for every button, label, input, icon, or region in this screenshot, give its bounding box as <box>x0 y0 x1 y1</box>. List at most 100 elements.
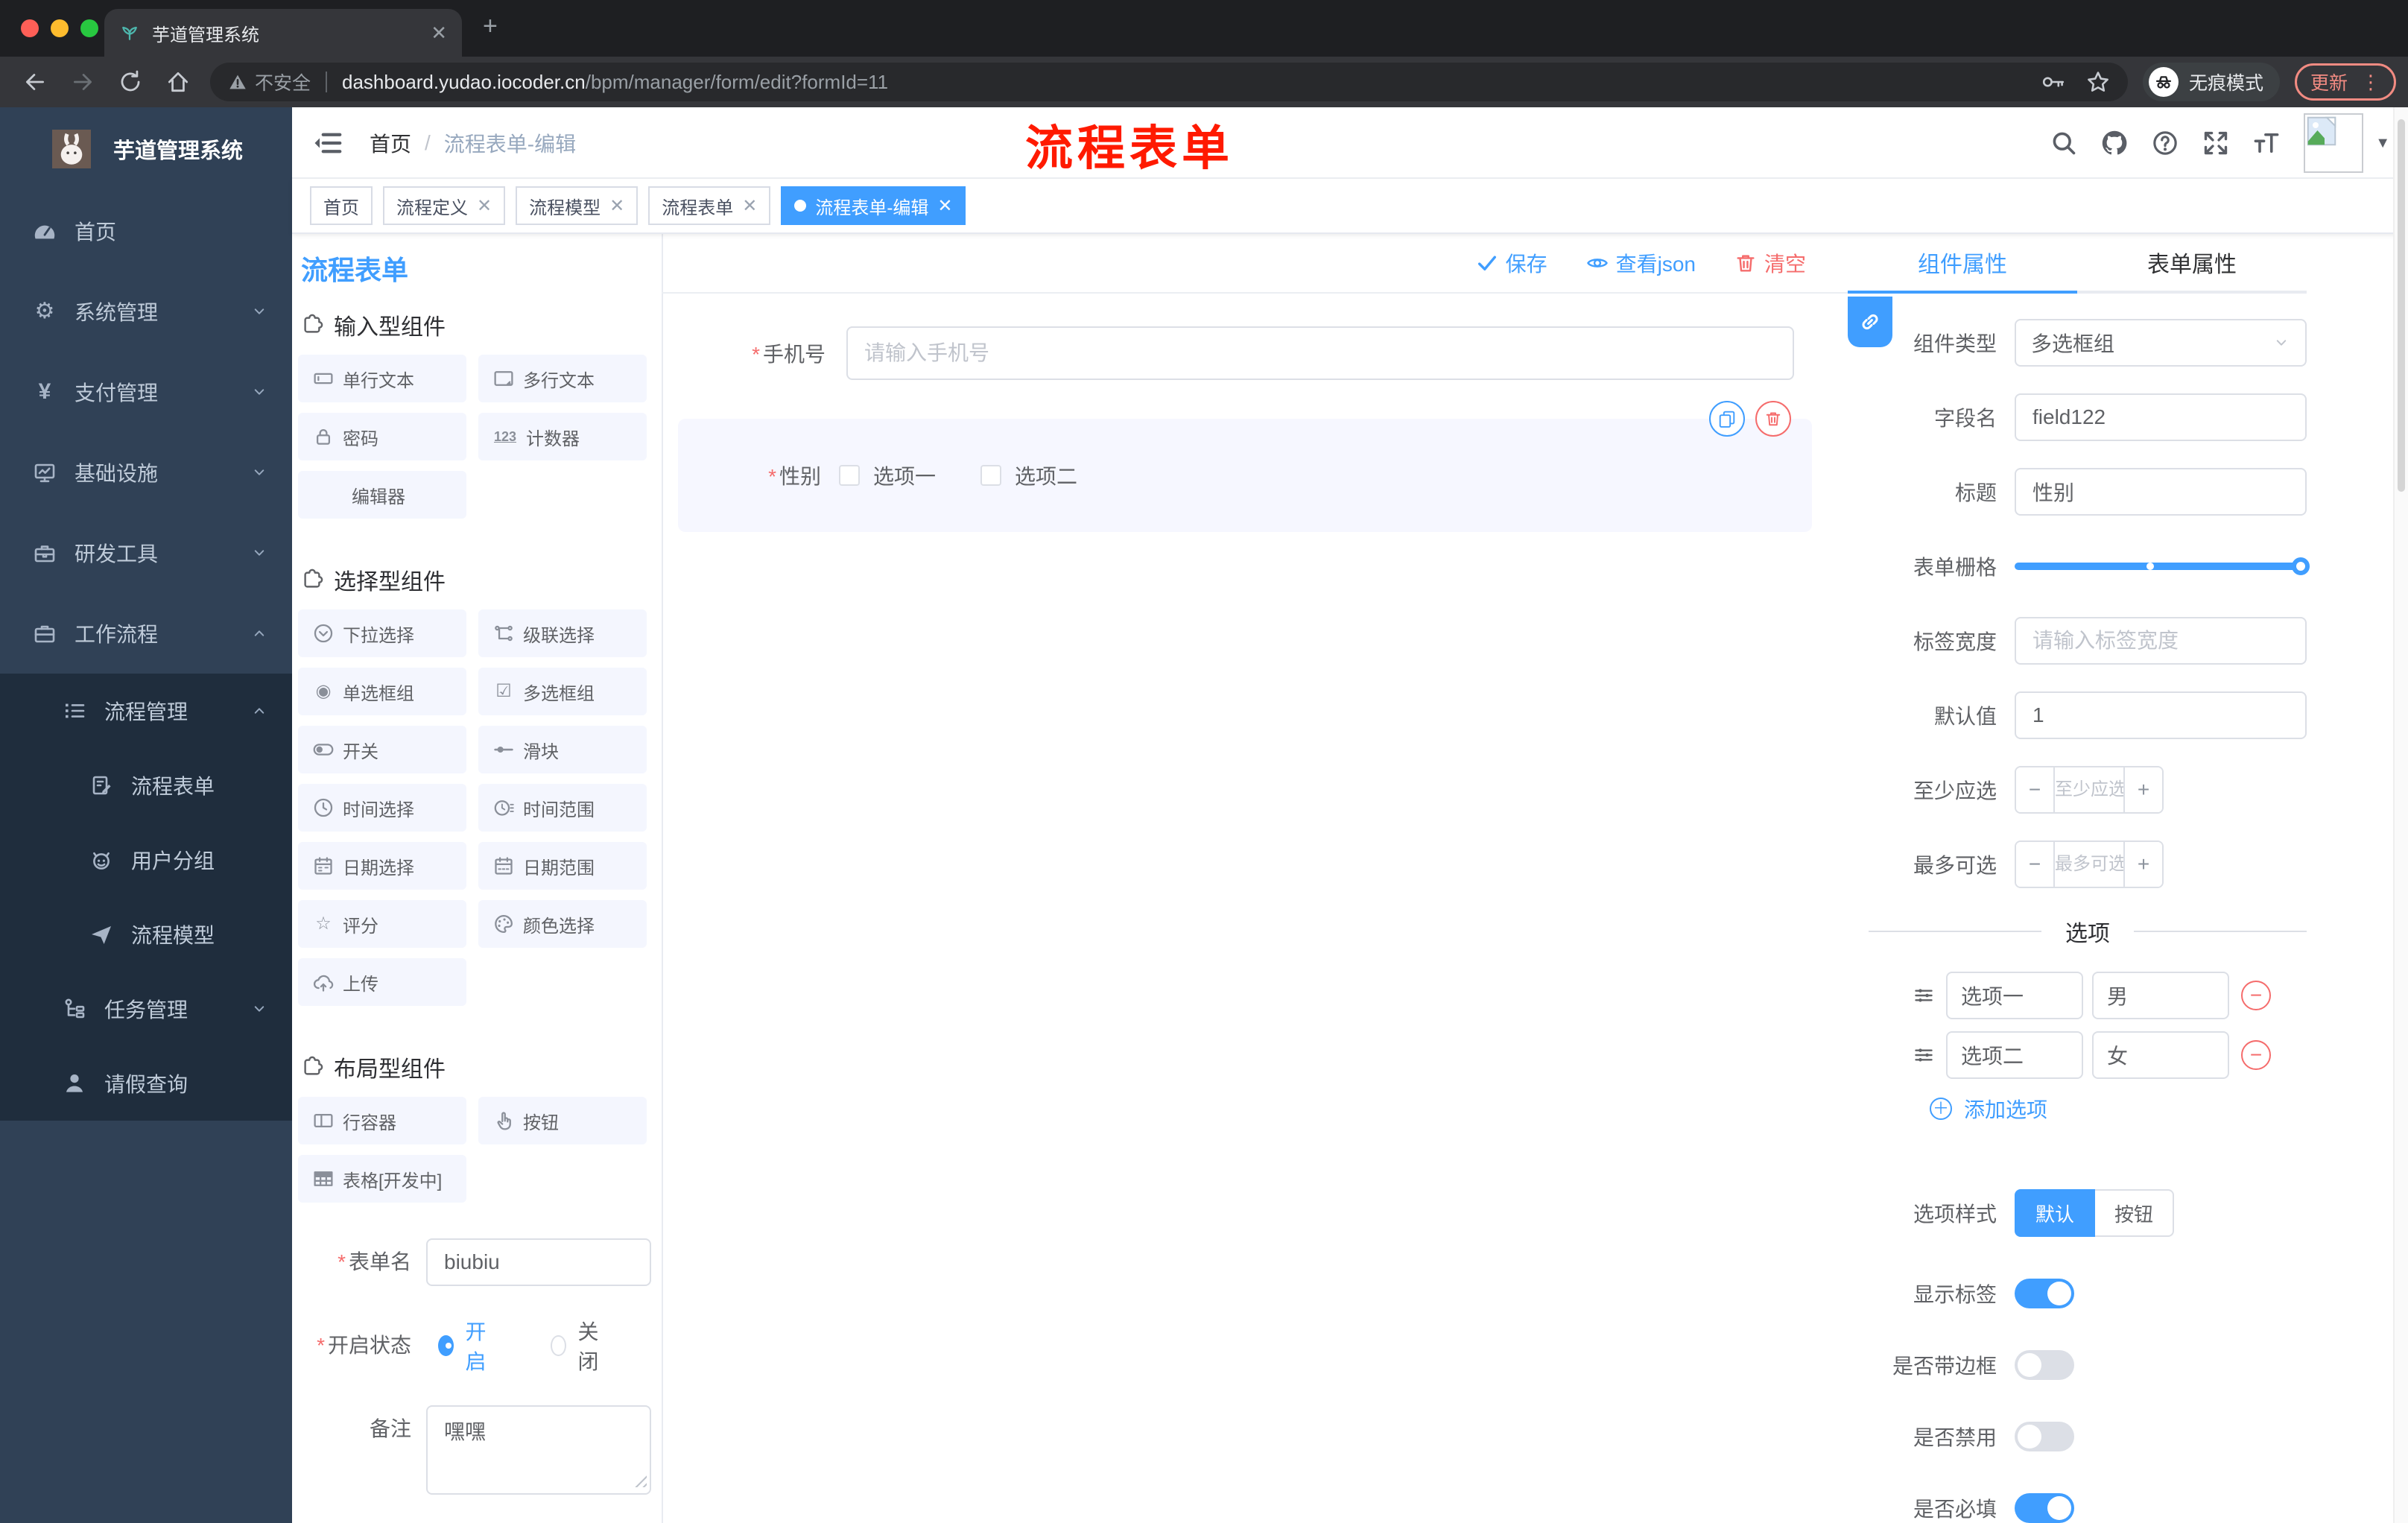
option-2-value-input[interactable] <box>2092 1031 2229 1079</box>
form-name-input[interactable] <box>426 1238 651 1286</box>
delete-field-button[interactable] <box>1755 401 1791 437</box>
tag-close-icon[interactable]: ✕ <box>742 195 757 217</box>
browser-tab[interactable]: 芋道管理系统 ✕ <box>104 9 462 57</box>
github-icon[interactable] <box>2101 130 2128 156</box>
sidebar-item-home[interactable]: 首页 <box>0 191 292 271</box>
new-tab-button[interactable]: + <box>483 12 498 41</box>
tag-process-model[interactable]: 流程模型 ✕ <box>516 186 639 225</box>
palette-item-cascader[interactable]: 级联选择 <box>478 609 647 657</box>
sidebar-item-workflow[interactable]: 工作流程 <box>0 593 292 674</box>
back-icon[interactable] <box>22 69 48 95</box>
copy-field-button[interactable] <box>1709 401 1745 437</box>
gender-option-1[interactable]: 选项一 <box>839 460 936 490</box>
reload-icon[interactable] <box>118 69 143 95</box>
window-close-button[interactable] <box>21 19 39 37</box>
window-minimize-button[interactable] <box>51 19 69 37</box>
palette-item-slider[interactable]: 滑块 <box>478 726 647 773</box>
remove-option-button[interactable]: − <box>2241 1040 2271 1070</box>
canvas-field-gender-selected[interactable]: * 性别 选项一 选项二 <box>678 401 1812 532</box>
palette-item-rate[interactable]: ☆ 评分 <box>298 900 466 948</box>
tab-close-icon[interactable]: ✕ <box>431 22 447 45</box>
palette-item-row-container[interactable]: 行容器 <box>298 1097 466 1144</box>
palette-item-date-range[interactable]: 日期范围 <box>478 842 647 890</box>
title-input[interactable] <box>2015 468 2307 516</box>
palette-item-date-picker[interactable]: 日期选择 <box>298 842 466 890</box>
textarea-resize-handle[interactable] <box>633 1474 647 1487</box>
status-radio-off[interactable]: 关闭 <box>539 1316 606 1375</box>
status-radio-on[interactable]: 开启 <box>426 1316 494 1375</box>
stepper-plus-button[interactable]: + <box>2123 842 2162 887</box>
checkbox-box[interactable] <box>839 465 860 486</box>
forward-icon[interactable] <box>70 69 95 95</box>
palette-item-checkbox-group[interactable]: ☑ 多选框组 <box>478 668 647 715</box>
palette-item-counter[interactable]: 123 计数器 <box>478 413 647 460</box>
sidebar-item-infra[interactable]: 基础设施 <box>0 432 292 513</box>
remove-option-button[interactable]: − <box>2241 981 2271 1010</box>
palette-item-switch[interactable]: 开关 <box>298 726 466 773</box>
style-button-button[interactable]: 按钮 <box>2095 1189 2175 1237</box>
gender-option-2[interactable]: 选项二 <box>980 460 1077 490</box>
add-option-button[interactable]: ＋ 添加选项 <box>1930 1094 2307 1124</box>
chrome-update-button[interactable]: 更新 ⋮ <box>2294 63 2396 101</box>
style-default-button[interactable]: 默认 <box>2015 1189 2096 1237</box>
breadcrumb-home[interactable]: 首页 <box>370 128 411 158</box>
save-button[interactable]: 保存 <box>1476 248 1547 278</box>
not-secure-label[interactable]: 不安全 <box>255 69 311 95</box>
max-select-input[interactable] <box>2055 842 2123 887</box>
field-name-input[interactable] <box>2015 393 2307 441</box>
sidebar-brand[interactable]: 芋道管理系统 <box>0 107 292 191</box>
palette-item-time-picker[interactable]: 时间选择 <box>298 784 466 832</box>
tab-component-props[interactable]: 组件属性 <box>1848 234 2077 294</box>
sidebar-item-process-form[interactable]: 流程表单 <box>0 748 292 823</box>
scrollbar-thumb[interactable] <box>2398 119 2405 492</box>
disabled-toggle[interactable] <box>2015 1422 2074 1451</box>
tag-home[interactable]: 首页 <box>310 186 373 225</box>
sidebar-item-leave-query[interactable]: 请假查询 <box>0 1046 292 1121</box>
avatar[interactable] <box>2304 113 2364 173</box>
help-icon[interactable] <box>2152 130 2179 156</box>
tag-process-form[interactable]: 流程表单 ✕ <box>648 186 771 225</box>
palette-item-password[interactable]: 密码 <box>298 413 466 460</box>
palette-item-single-text[interactable]: 单行文本 <box>298 355 466 402</box>
tag-close-icon[interactable]: ✕ <box>477 195 492 217</box>
label-width-input[interactable] <box>2015 617 2307 665</box>
sidebar-item-payment[interactable]: ¥ 支付管理 <box>0 352 292 432</box>
stepper-plus-button[interactable]: + <box>2123 767 2162 812</box>
hamburger-icon[interactable] <box>313 128 343 158</box>
fullscreen-icon[interactable] <box>2202 130 2229 156</box>
search-icon[interactable] <box>2050 130 2077 156</box>
tag-process-definition[interactable]: 流程定义 ✕ <box>383 186 506 225</box>
palette-item-color-picker[interactable]: 颜色选择 <box>478 900 647 948</box>
sidebar-item-process-model[interactable]: 流程模型 <box>0 897 292 972</box>
view-json-button[interactable]: 查看json <box>1586 248 1696 278</box>
drag-handle-icon[interactable] <box>1913 1045 1934 1066</box>
url-text[interactable]: dashboard.yudao.iocoder.cn/bpm/manager/f… <box>342 71 888 94</box>
form-grid-slider[interactable] <box>2015 542 2310 590</box>
link-field-button[interactable] <box>1848 297 1892 347</box>
border-toggle[interactable] <box>2015 1350 2074 1380</box>
tag-process-form-edit[interactable]: 流程表单-编辑 ✕ <box>781 186 966 225</box>
option-2-label-input[interactable] <box>1946 1031 2083 1079</box>
palette-item-button[interactable]: 按钮 <box>478 1097 647 1144</box>
slider-handle[interactable] <box>2292 557 2310 575</box>
palette-item-editor[interactable]: 编辑器 <box>298 471 466 519</box>
sidebar-item-user-group[interactable]: 用户分组 <box>0 823 292 897</box>
checkbox-box[interactable] <box>980 465 1002 486</box>
sidebar-item-system[interactable]: ⚙ 系统管理 <box>0 271 292 352</box>
show-label-toggle[interactable] <box>2015 1279 2074 1308</box>
font-size-icon[interactable] <box>2253 130 2280 156</box>
stepper-minus-button[interactable]: − <box>2016 767 2055 812</box>
sidebar-item-devtools[interactable]: 研发工具 <box>0 513 292 593</box>
address-bar[interactable]: 不安全 dashboard.yudao.iocoder.cn/bpm/manag… <box>210 63 2128 101</box>
stepper-minus-button[interactable]: − <box>2016 842 2055 887</box>
tag-close-icon[interactable]: ✕ <box>609 195 624 217</box>
palette-item-time-range[interactable]: 时间范围 <box>478 784 647 832</box>
option-1-value-input[interactable] <box>2092 972 2229 1019</box>
bookmark-star-icon[interactable] <box>2086 70 2110 94</box>
option-1-label-input[interactable] <box>1946 972 2083 1019</box>
required-toggle[interactable] <box>2015 1493 2074 1523</box>
home-icon[interactable] <box>165 69 191 95</box>
avatar-caret-icon[interactable]: ▼ <box>2375 135 2390 152</box>
slider-track[interactable] <box>2015 557 2310 575</box>
window-zoom-button[interactable] <box>80 19 98 37</box>
